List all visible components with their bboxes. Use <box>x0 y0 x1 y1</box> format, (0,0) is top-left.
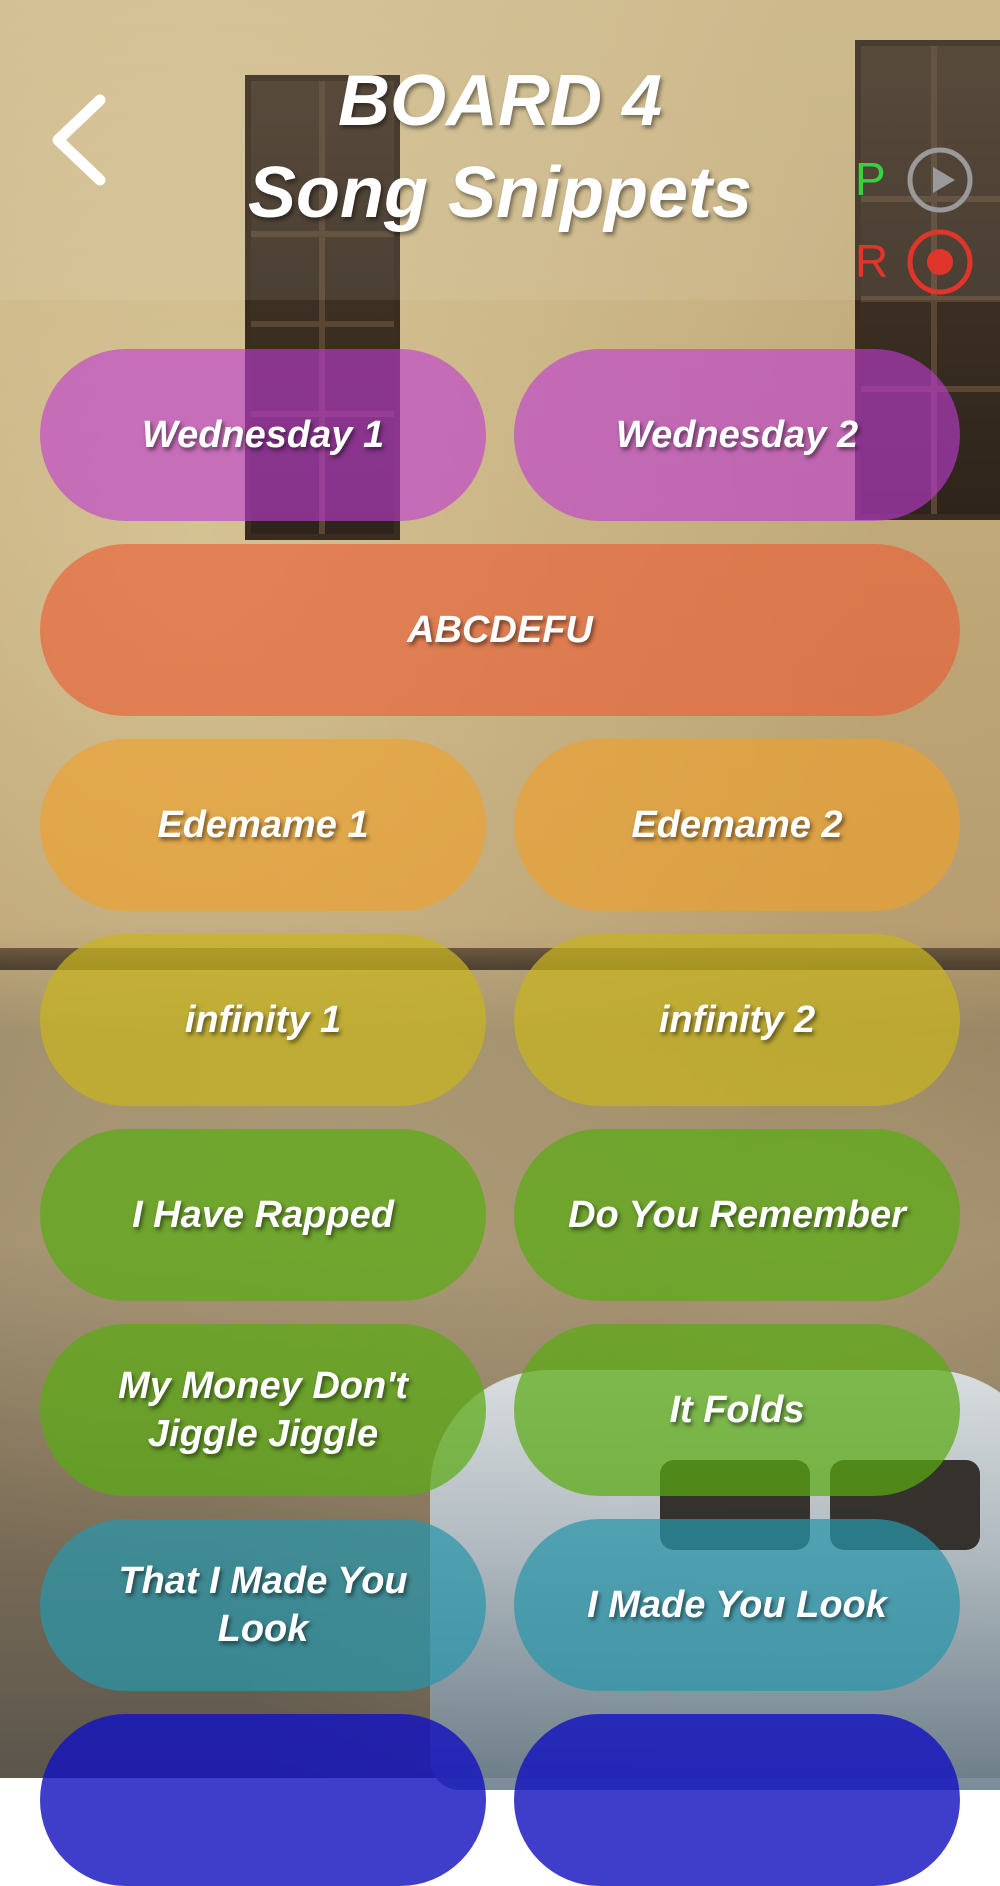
sound-button-label: Edemame 2 <box>631 804 843 846</box>
sound-button-infinity-1[interactable]: infinity 1 <box>40 934 486 1106</box>
sound-button-partial-right[interactable] <box>514 1714 960 1886</box>
sound-button-do-you-remember[interactable]: Do You Remember <box>514 1129 960 1301</box>
sound-button-label: ABCDEFU <box>407 609 593 651</box>
sound-button-label: I Made You Look <box>587 1584 887 1626</box>
sound-button-label: Edemame 1 <box>157 804 369 846</box>
sound-button-my-money-dont-jiggle-jiggle[interactable]: My Money Don't Jiggle Jiggle <box>40 1324 486 1496</box>
sound-button-wednesday-2[interactable]: Wednesday 2 <box>514 349 960 521</box>
sound-button-edemame-2[interactable]: Edemame 2 <box>514 739 960 911</box>
sound-button-i-have-rapped[interactable]: I Have Rapped <box>40 1129 486 1301</box>
sound-button-label: Wednesday 2 <box>615 414 859 456</box>
sound-button-i-made-you-look[interactable]: I Made You Look <box>514 1519 960 1691</box>
sound-button-label: Wednesday 1 <box>141 414 385 456</box>
sound-button-edemame-1[interactable]: Edemame 1 <box>40 739 486 911</box>
sound-button-partial-left[interactable] <box>40 1714 486 1886</box>
sound-button-infinity-2[interactable]: infinity 2 <box>514 934 960 1106</box>
sound-button-that-i-made-you-look[interactable]: That I Made You Look <box>40 1519 486 1691</box>
sound-button-label: It Folds <box>669 1389 805 1431</box>
sound-button-label: I Have Rapped <box>132 1194 394 1236</box>
sound-button-label: infinity 1 <box>184 999 342 1041</box>
sound-button-label: infinity 2 <box>658 999 816 1041</box>
sound-button-it-folds[interactable]: It Folds <box>514 1324 960 1496</box>
sound-button-label: That I Made You Look <box>118 1560 408 1650</box>
sound-button-label: My Money Don't Jiggle Jiggle <box>118 1365 408 1455</box>
sound-button-grid: Wednesday 1 Wednesday 2 ABCDEFU Edemame … <box>0 0 1000 1886</box>
sound-button-wednesday-1[interactable]: Wednesday 1 <box>40 349 486 521</box>
sound-button-abcdefu[interactable]: ABCDEFU <box>40 544 960 716</box>
sound-button-label: Do You Remember <box>568 1194 906 1236</box>
